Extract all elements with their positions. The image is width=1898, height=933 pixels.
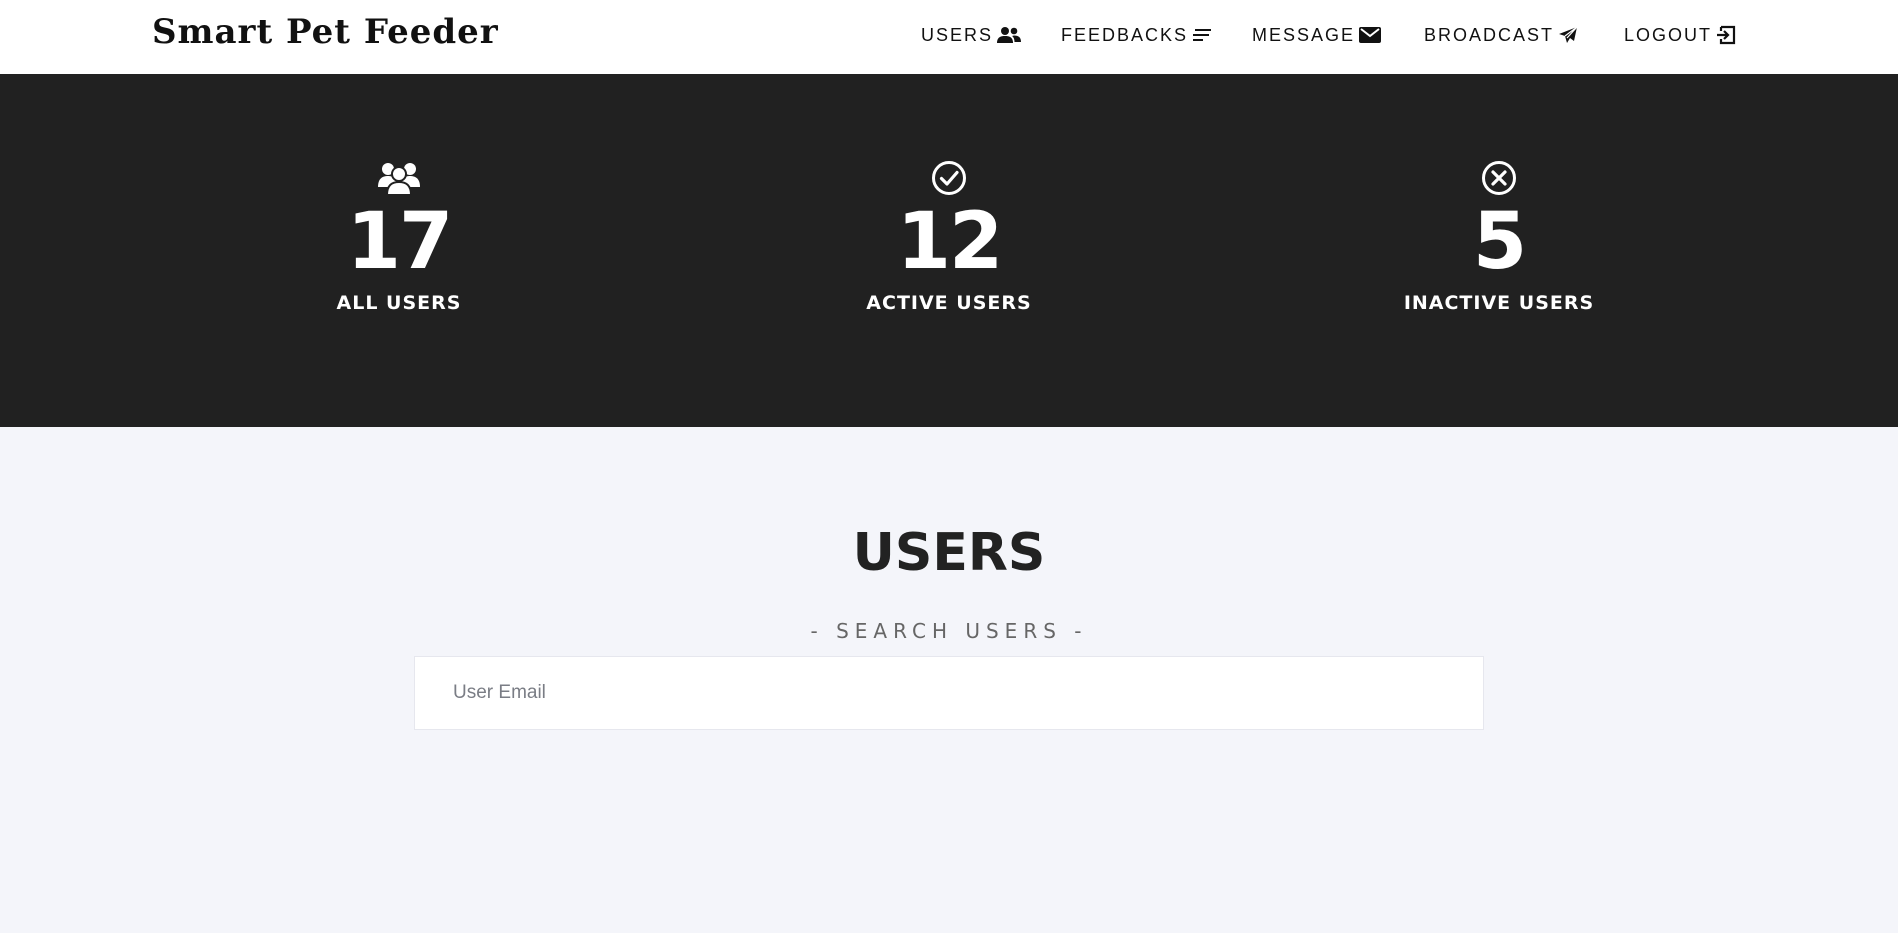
stat-active-users-label: ACTIVE USERS [866,292,1032,314]
stat-inactive-users-value: 5 [1472,197,1527,287]
nav-feedbacks[interactable]: FEEDBACKS [1061,24,1212,46]
stat-inactive-users-label: INACTIVE USERS [1403,292,1595,314]
nav-broadcast[interactable]: BROADCAST [1424,24,1578,46]
stat-all-users-value: 17 [346,197,454,287]
users-section-title: USERS [852,523,1046,583]
check-circle-icon [932,161,966,195]
search-users-subtitle: - SEARCH USERS - [810,619,1088,643]
stats-banner: 17 ALL USERS 12 ACTIVE USERS 5 INACTIVE … [0,74,1898,427]
nav-users[interactable]: USERS [921,24,1022,46]
stat-active-users-value: 12 [896,197,1004,287]
nav-logout[interactable]: LOGOUT [1624,24,1736,46]
nav-message[interactable]: MESSAGE [1252,24,1382,46]
paper-plane-icon [1559,26,1578,43]
search-box [414,656,1484,730]
stat-inactive-users: 5 INACTIVE USERS [1319,160,1679,314]
stat-active-users: 12 ACTIVE USERS [769,160,1129,314]
top-navbar: Smart Pet Feeder USERS FEEDBACKS MESSAGE [0,0,1898,74]
user-email-search-input[interactable] [415,657,1483,729]
nav-users-label: USERS [921,24,994,45]
x-circle-icon [1482,161,1516,195]
logout-icon [1717,25,1736,45]
nav-logout-label: LOGOUT [1624,24,1713,45]
stat-all-users-label: ALL USERS [336,292,462,314]
nav-broadcast-label: BROADCAST [1424,24,1555,45]
users-icon [997,27,1022,43]
envelope-icon [1359,27,1382,43]
users-group-icon [378,163,420,195]
nav-message-label: MESSAGE [1252,24,1356,45]
stat-all-users: 17 ALL USERS [219,160,579,314]
lines-icon [1193,29,1212,41]
nav-feedbacks-label: FEEDBACKS [1061,24,1189,45]
brand-logo[interactable]: Smart Pet Feeder [152,12,499,52]
